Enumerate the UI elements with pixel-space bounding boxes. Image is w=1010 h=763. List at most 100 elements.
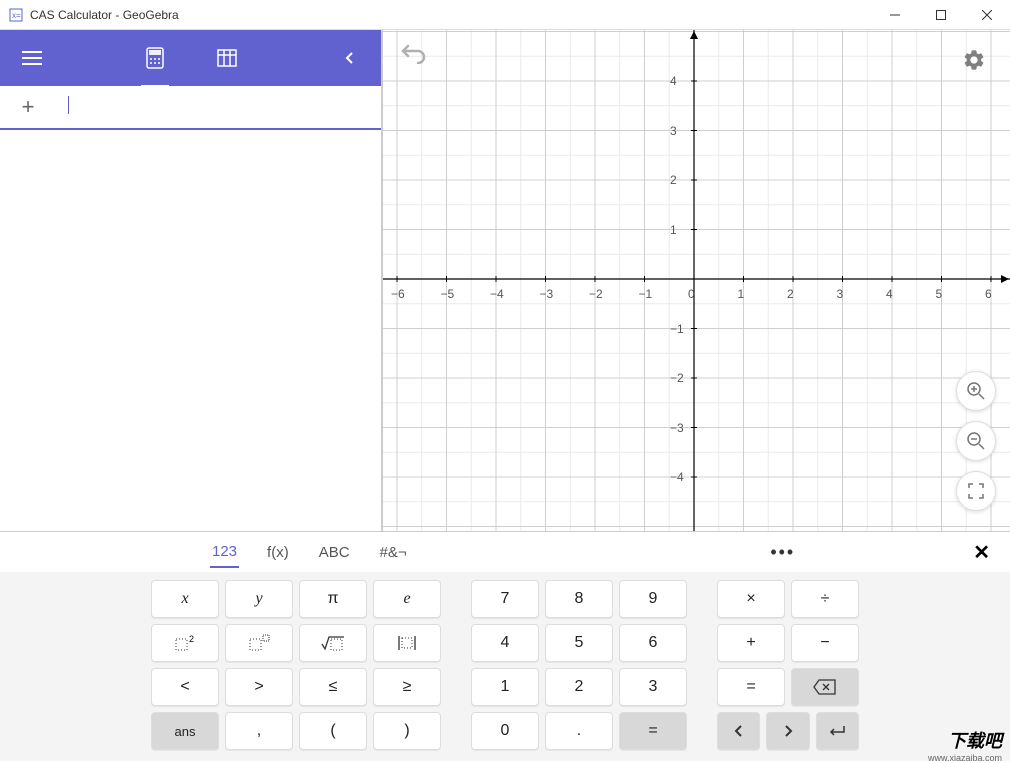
key-less[interactable]: < <box>151 668 219 706</box>
svg-text:x=: x= <box>12 11 21 20</box>
titlebar: x= CAS Calculator - GeoGebra <box>0 0 1010 30</box>
axis-tick-x: −3 <box>540 287 554 301</box>
calculator-tab[interactable] <box>131 30 179 86</box>
key-plus[interactable]: + <box>717 624 785 662</box>
fullscreen-button[interactable] <box>956 471 996 511</box>
key-leq[interactable]: ≤ <box>299 668 367 706</box>
key-4[interactable]: 4 <box>471 624 539 662</box>
key-group-left: x y π e 2 < > ≤ ≥ ans , ( ) <box>151 580 441 753</box>
table-tab[interactable] <box>203 30 251 86</box>
key-rparen[interactable]: ) <box>373 712 441 750</box>
axis-tick-y: −3 <box>670 421 686 435</box>
add-row-button[interactable]: + <box>0 94 56 120</box>
keyboard-tab-symbols[interactable]: #&¬ <box>378 538 409 567</box>
left-panel: + <box>0 30 383 531</box>
key-x[interactable]: x <box>151 580 219 618</box>
key-ans[interactable]: ans <box>151 712 219 750</box>
axis-tick-x: −6 <box>391 287 405 301</box>
keyboard-tab-abc[interactable]: ABC <box>317 538 352 567</box>
key-equals-bottom[interactable]: = <box>619 712 687 750</box>
key-2[interactable]: 2 <box>545 668 613 706</box>
axis-tick-x: −4 <box>490 287 504 301</box>
key-sqrt[interactable] <box>299 624 367 662</box>
close-button[interactable] <box>964 0 1010 30</box>
input-row: + <box>0 86 381 130</box>
key-left[interactable] <box>717 712 760 750</box>
key-7[interactable]: 7 <box>471 580 539 618</box>
key-group-numpad: 7 8 9 4 5 6 1 2 3 0 . = <box>471 580 687 753</box>
keyboard-close-button[interactable]: ✕ <box>967 540 996 565</box>
menu-icon[interactable] <box>8 30 56 86</box>
key-right[interactable] <box>766 712 809 750</box>
zoom-out-button[interactable] <box>956 421 996 461</box>
key-0[interactable]: 0 <box>471 712 539 750</box>
key-pi[interactable]: π <box>299 580 367 618</box>
virtual-keyboard: 123 f(x) ABC #&¬ ••• ✕ x y π e 2 < > ≤ ≥… <box>0 531 1010 761</box>
keyboard-more-button[interactable]: ••• <box>760 542 805 563</box>
axis-tick-x: 4 <box>886 287 893 301</box>
app-body: + −6 −5 −4 −3 −2 −1 0 1 2 3 4 5 6 4 3 2 1 −1 −2 −3 −4 <box>0 30 1010 531</box>
key-e[interactable]: e <box>373 580 441 618</box>
axis-tick-y: −2 <box>670 371 686 385</box>
axis-tick-x: −5 <box>441 287 455 301</box>
zoom-controls <box>956 371 996 511</box>
zoom-in-button[interactable] <box>956 371 996 411</box>
axis-tick-x: 1 <box>738 287 745 301</box>
key-power[interactable] <box>225 624 293 662</box>
key-8[interactable]: 8 <box>545 580 613 618</box>
axis-tick-y: 4 <box>670 74 686 88</box>
key-backspace[interactable] <box>791 668 859 706</box>
key-dot[interactable]: . <box>545 712 613 750</box>
maximize-button[interactable] <box>918 0 964 30</box>
key-abs[interactable] <box>373 624 441 662</box>
key-geq[interactable]: ≥ <box>373 668 441 706</box>
window-title: CAS Calculator - GeoGebra <box>30 8 872 22</box>
axis-tick-y: −4 <box>670 470 686 484</box>
toolbar <box>0 30 381 86</box>
watermark-url: www.xiazaiba.com <box>928 753 1002 763</box>
key-minus[interactable]: − <box>791 624 859 662</box>
axis-tick-x: 6 <box>985 287 992 301</box>
cas-input[interactable] <box>56 96 381 119</box>
cas-list <box>0 130 381 531</box>
axis-tick-x: −2 <box>589 287 603 301</box>
key-square[interactable]: 2 <box>151 624 219 662</box>
key-1[interactable]: 1 <box>471 668 539 706</box>
axis-tick-y: −1 <box>670 322 686 336</box>
key-9[interactable]: 9 <box>619 580 687 618</box>
key-comma[interactable]: , <box>225 712 293 750</box>
key-greater[interactable]: > <box>225 668 293 706</box>
undo-button[interactable] <box>400 42 428 69</box>
watermark: 下载吧 <box>948 727 1002 753</box>
key-group-ops: × ÷ + − = <box>717 580 859 753</box>
key-6[interactable]: 6 <box>619 624 687 662</box>
gear-icon[interactable] <box>956 42 992 78</box>
axis-tick-x: −1 <box>639 287 653 301</box>
key-y[interactable]: y <box>225 580 293 618</box>
axis-tick-y: 2 <box>670 173 686 187</box>
axis-tick-y: 1 <box>670 223 686 237</box>
axis-tick-x: 3 <box>837 287 844 301</box>
window-controls <box>872 0 1010 30</box>
axis-tick-x: 5 <box>936 287 943 301</box>
key-divide[interactable]: ÷ <box>791 580 859 618</box>
keyboard-tab-functions[interactable]: f(x) <box>265 538 291 567</box>
axis-tick-x: 0 <box>688 287 695 301</box>
axis-tick-x: 2 <box>787 287 794 301</box>
key-enter[interactable] <box>816 712 859 750</box>
key-multiply[interactable]: × <box>717 580 785 618</box>
key-lparen[interactable]: ( <box>299 712 367 750</box>
key-equals[interactable]: = <box>717 668 785 706</box>
axis-tick-y: 3 <box>670 124 686 138</box>
collapse-icon[interactable] <box>325 30 373 86</box>
app-icon: x= <box>8 7 24 23</box>
svg-text:2: 2 <box>189 634 194 644</box>
keyboard-tab-numeric[interactable]: 123 <box>210 537 239 568</box>
key-3[interactable]: 3 <box>619 668 687 706</box>
keyboard-keys: x y π e 2 < > ≤ ≥ ans , ( ) 7 8 9 4 5 6 … <box>0 572 1010 761</box>
minimize-button[interactable] <box>872 0 918 30</box>
key-5[interactable]: 5 <box>545 624 613 662</box>
graph-view[interactable]: −6 −5 −4 −3 −2 −1 0 1 2 3 4 5 6 4 3 2 1 −1 −2 −3 −4 <box>383 30 1010 531</box>
graph-grid <box>383 30 1010 531</box>
keyboard-tabs: 123 f(x) ABC #&¬ ••• ✕ <box>0 532 1010 572</box>
